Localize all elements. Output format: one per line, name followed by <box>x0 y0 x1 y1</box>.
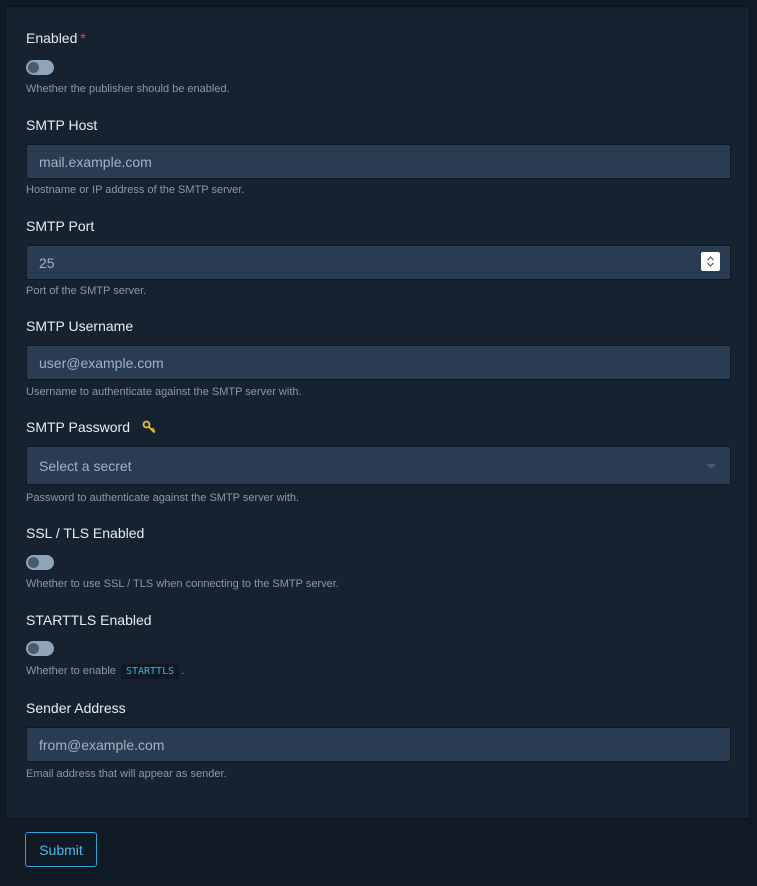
smtp-username-help: Username to authenticate against the SMT… <box>26 386 302 398</box>
submit-button[interactable]: Submit <box>25 832 97 867</box>
enabled-help: Whether the publisher should be enabled. <box>26 83 230 95</box>
enabled-toggle[interactable] <box>26 60 54 75</box>
stepper-arrows-icon <box>707 256 714 267</box>
toggle-knob <box>28 557 39 568</box>
smtp-password-secret-select[interactable]: Select a secret <box>26 446 731 485</box>
sender-address-help: Email address that will appear as sender… <box>26 768 227 780</box>
toggle-knob <box>28 643 39 654</box>
enabled-label: Enabled * <box>26 30 86 46</box>
form-footer: Submit <box>6 818 749 878</box>
ssl-tls-label: SSL / TLS Enabled <box>26 525 145 541</box>
smtp-host-help: Hostname or IP address of the SMTP serve… <box>26 184 245 196</box>
smtp-password-help: Password to authenticate against the SMT… <box>26 492 300 504</box>
starttls-help: Whether to enable STARTTLS. <box>26 664 185 679</box>
smtp-username-input[interactable] <box>26 345 731 380</box>
key-icon <box>142 420 156 437</box>
smtp-password-label: SMTP Password <box>26 419 156 437</box>
ssl-tls-help: Whether to use SSL / TLS when connecting… <box>26 578 339 590</box>
sender-address-input[interactable] <box>26 727 731 762</box>
secret-select-placeholder: Select a secret <box>39 457 132 474</box>
required-mark: * <box>80 30 86 46</box>
smtp-host-label: SMTP Host <box>26 117 98 133</box>
starttls-toggle[interactable] <box>26 641 54 656</box>
toggle-knob <box>28 62 39 73</box>
smtp-port-input[interactable] <box>26 245 731 280</box>
ssl-tls-toggle[interactable] <box>26 555 54 570</box>
smtp-port-help: Port of the SMTP server. <box>26 285 147 297</box>
starttls-label: STARTTLS Enabled <box>26 612 152 628</box>
publisher-form-panel: Enabled * Whether the publisher should be… <box>5 6 750 878</box>
sender-address-label: Sender Address <box>26 700 126 716</box>
chevron-down-icon <box>706 464 716 469</box>
smtp-port-label: SMTP Port <box>26 218 95 234</box>
smtp-port-field <box>26 245 731 280</box>
smtp-host-input[interactable] <box>26 144 731 179</box>
port-stepper[interactable] <box>701 252 720 271</box>
starttls-code: STARTTLS <box>120 664 180 679</box>
smtp-username-label: SMTP Username <box>26 318 134 334</box>
